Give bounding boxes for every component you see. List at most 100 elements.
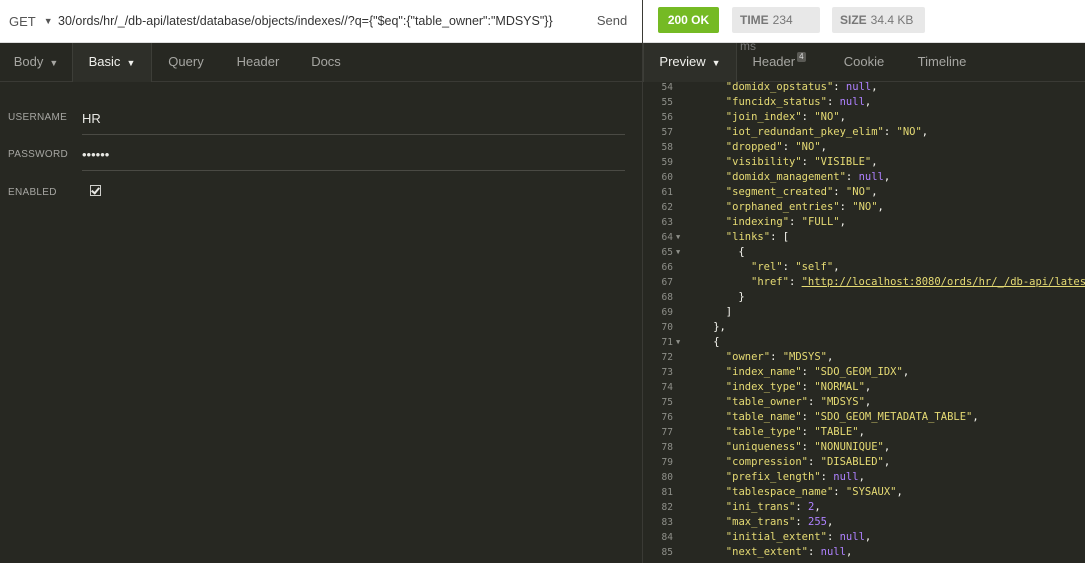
request-pane: GET ▼ 30/ords/hr/_/db-api/latest/databas…: [0, 0, 642, 563]
code-line: 83 "max_trans": 255,: [643, 515, 1085, 530]
line-number: 72: [661, 352, 673, 363]
json-colon: :: [807, 456, 821, 468]
json-colon: :: [807, 546, 821, 558]
json-comma: ,: [858, 426, 865, 438]
line-number: 60: [661, 172, 673, 183]
code-line: 57 "iot_redundant_pkey_elim": "NO",: [643, 125, 1085, 140]
line-number: 54: [661, 82, 673, 93]
code-text: "ini_trans": 2,: [726, 500, 821, 515]
username-field[interactable]: HR: [82, 111, 625, 135]
json-key: "domidx_opstatus": [725, 81, 834, 93]
enabled-label: ENABLED: [8, 187, 57, 198]
fold-toggle-icon[interactable]: ▼: [676, 245, 680, 260]
json-key: "compression": [725, 456, 808, 468]
send-button[interactable]: Send: [582, 0, 642, 42]
json-value: 255: [808, 516, 827, 528]
json-comma: ,: [883, 456, 891, 468]
json-value: {: [713, 336, 720, 348]
json-colon: :: [770, 231, 783, 243]
enabled-checkbox[interactable]: [90, 185, 101, 196]
json-colon: :: [833, 81, 846, 93]
json-key: "iot_redundant_pkey_elim": [725, 126, 884, 138]
code-line: 55 "funcidx_status": null,: [643, 95, 1085, 110]
header-count-badge: 4: [797, 52, 806, 62]
json-colon: :: [833, 486, 846, 498]
json-key: "dropped": [725, 141, 783, 153]
tab-timeline[interactable]: Timeline: [907, 43, 977, 81]
code-text: "initial_extent": null,: [726, 530, 871, 545]
json-colon: :: [782, 261, 796, 273]
json-link[interactable]: "http://localhost:8080/ords/hr/_/db-api/…: [802, 276, 1085, 288]
json-value: "MDSYS": [820, 396, 865, 408]
fold-toggle-icon[interactable]: ▼: [676, 335, 680, 350]
code-line: 82 "ini_trans": 2,: [643, 500, 1085, 515]
status-bar: 200 OK TIME 234 ms SIZE 34.4 KB: [643, 0, 1085, 53]
url-bar: GET ▼ 30/ords/hr/_/db-api/latest/databas…: [0, 0, 642, 43]
json-comma: ,: [864, 96, 872, 108]
code-text: "orphaned_entries": "NO",: [726, 200, 884, 215]
code-text: "domidx_opstatus": null,: [726, 81, 878, 95]
json-colon: :: [826, 531, 840, 543]
json-value: null: [845, 81, 872, 93]
json-comma: ,: [845, 546, 853, 558]
line-number: 62: [661, 202, 673, 213]
size-badge: SIZE 34.4 KB: [832, 7, 925, 33]
line-number: 84: [661, 532, 673, 543]
json-key: "join_index": [725, 111, 802, 123]
line-number: 57: [661, 127, 673, 138]
code-line: 75 "table_owner": "MDSYS",: [643, 395, 1085, 410]
code-line: 60 "domidx_management": null,: [643, 170, 1085, 185]
json-key: "owner": [725, 351, 771, 363]
code-text: "table_owner": "MDSYS",: [726, 395, 871, 410]
json-key: "segment_created": [725, 186, 834, 198]
code-line: 63 "indexing": "FULL",: [643, 215, 1085, 230]
json-comma: ,: [814, 501, 821, 513]
size-label: SIZE: [840, 13, 867, 27]
json-colon: :: [801, 111, 815, 123]
tab-query[interactable]: Query: [152, 43, 220, 81]
code-text: "table_name": "SDO_GEOM_METADATA_TABLE",: [726, 410, 979, 425]
code-text: "compression": "DISABLED",: [726, 455, 890, 470]
json-value: "self": [795, 261, 834, 273]
method-dropdown[interactable]: GET ▼: [0, 0, 58, 42]
json-key: "visibility": [725, 156, 802, 168]
tab-docs[interactable]: Docs: [296, 43, 356, 81]
time-badge: TIME 234 ms: [732, 7, 820, 53]
json-key: "indexing": [725, 216, 790, 228]
tab-response-header[interactable]: Header 4: [737, 43, 821, 81]
json-colon: :: [782, 141, 796, 153]
code-line: 58 "dropped": "NO",: [643, 140, 1085, 155]
json-comma: ,: [921, 126, 929, 138]
json-value: {: [738, 246, 745, 258]
url-input[interactable]: 30/ords/hr/_/db-api/latest/database/obje…: [58, 0, 582, 42]
password-field[interactable]: ••••••: [82, 147, 625, 171]
code-text: {: [713, 335, 719, 350]
json-colon: :: [795, 501, 808, 513]
json-colon: :: [801, 411, 815, 423]
json-colon: :: [845, 171, 859, 183]
line-number: 81: [661, 487, 673, 498]
line-number: 77: [661, 427, 673, 438]
code-text: "visibility": "VISIBLE",: [726, 155, 878, 170]
json-colon: :: [839, 201, 853, 213]
tab-body[interactable]: Body ▼: [0, 43, 72, 81]
tab-header[interactable]: Header: [220, 43, 296, 81]
fold-toggle-icon[interactable]: ▼: [676, 230, 680, 245]
json-value: "NONUNIQUE": [814, 441, 884, 453]
line-number: 85: [661, 547, 673, 558]
tab-cookie[interactable]: Cookie: [821, 43, 907, 81]
code-text: "funcidx_status": null,: [726, 95, 871, 110]
code-line: 69]: [643, 305, 1085, 320]
code-line: 67 "href": "http://localhost:8080/ords/hr…: [643, 275, 1085, 290]
tab-preview[interactable]: Preview ▼: [643, 43, 737, 82]
password-label: PASSWORD: [8, 149, 68, 160]
tab-label: Header: [236, 54, 280, 69]
response-body[interactable]: 54 "domidx_opstatus": null, 55 "funcidx_sta…: [643, 81, 1085, 563]
code-text: {: [738, 245, 744, 260]
tab-basic[interactable]: Basic ▼: [72, 43, 152, 82]
json-value: [: [782, 231, 790, 243]
json-key: "index_name": [725, 366, 802, 378]
line-number: 68: [661, 292, 673, 303]
json-value: "NO": [845, 186, 872, 198]
json-key: "links": [725, 231, 771, 243]
